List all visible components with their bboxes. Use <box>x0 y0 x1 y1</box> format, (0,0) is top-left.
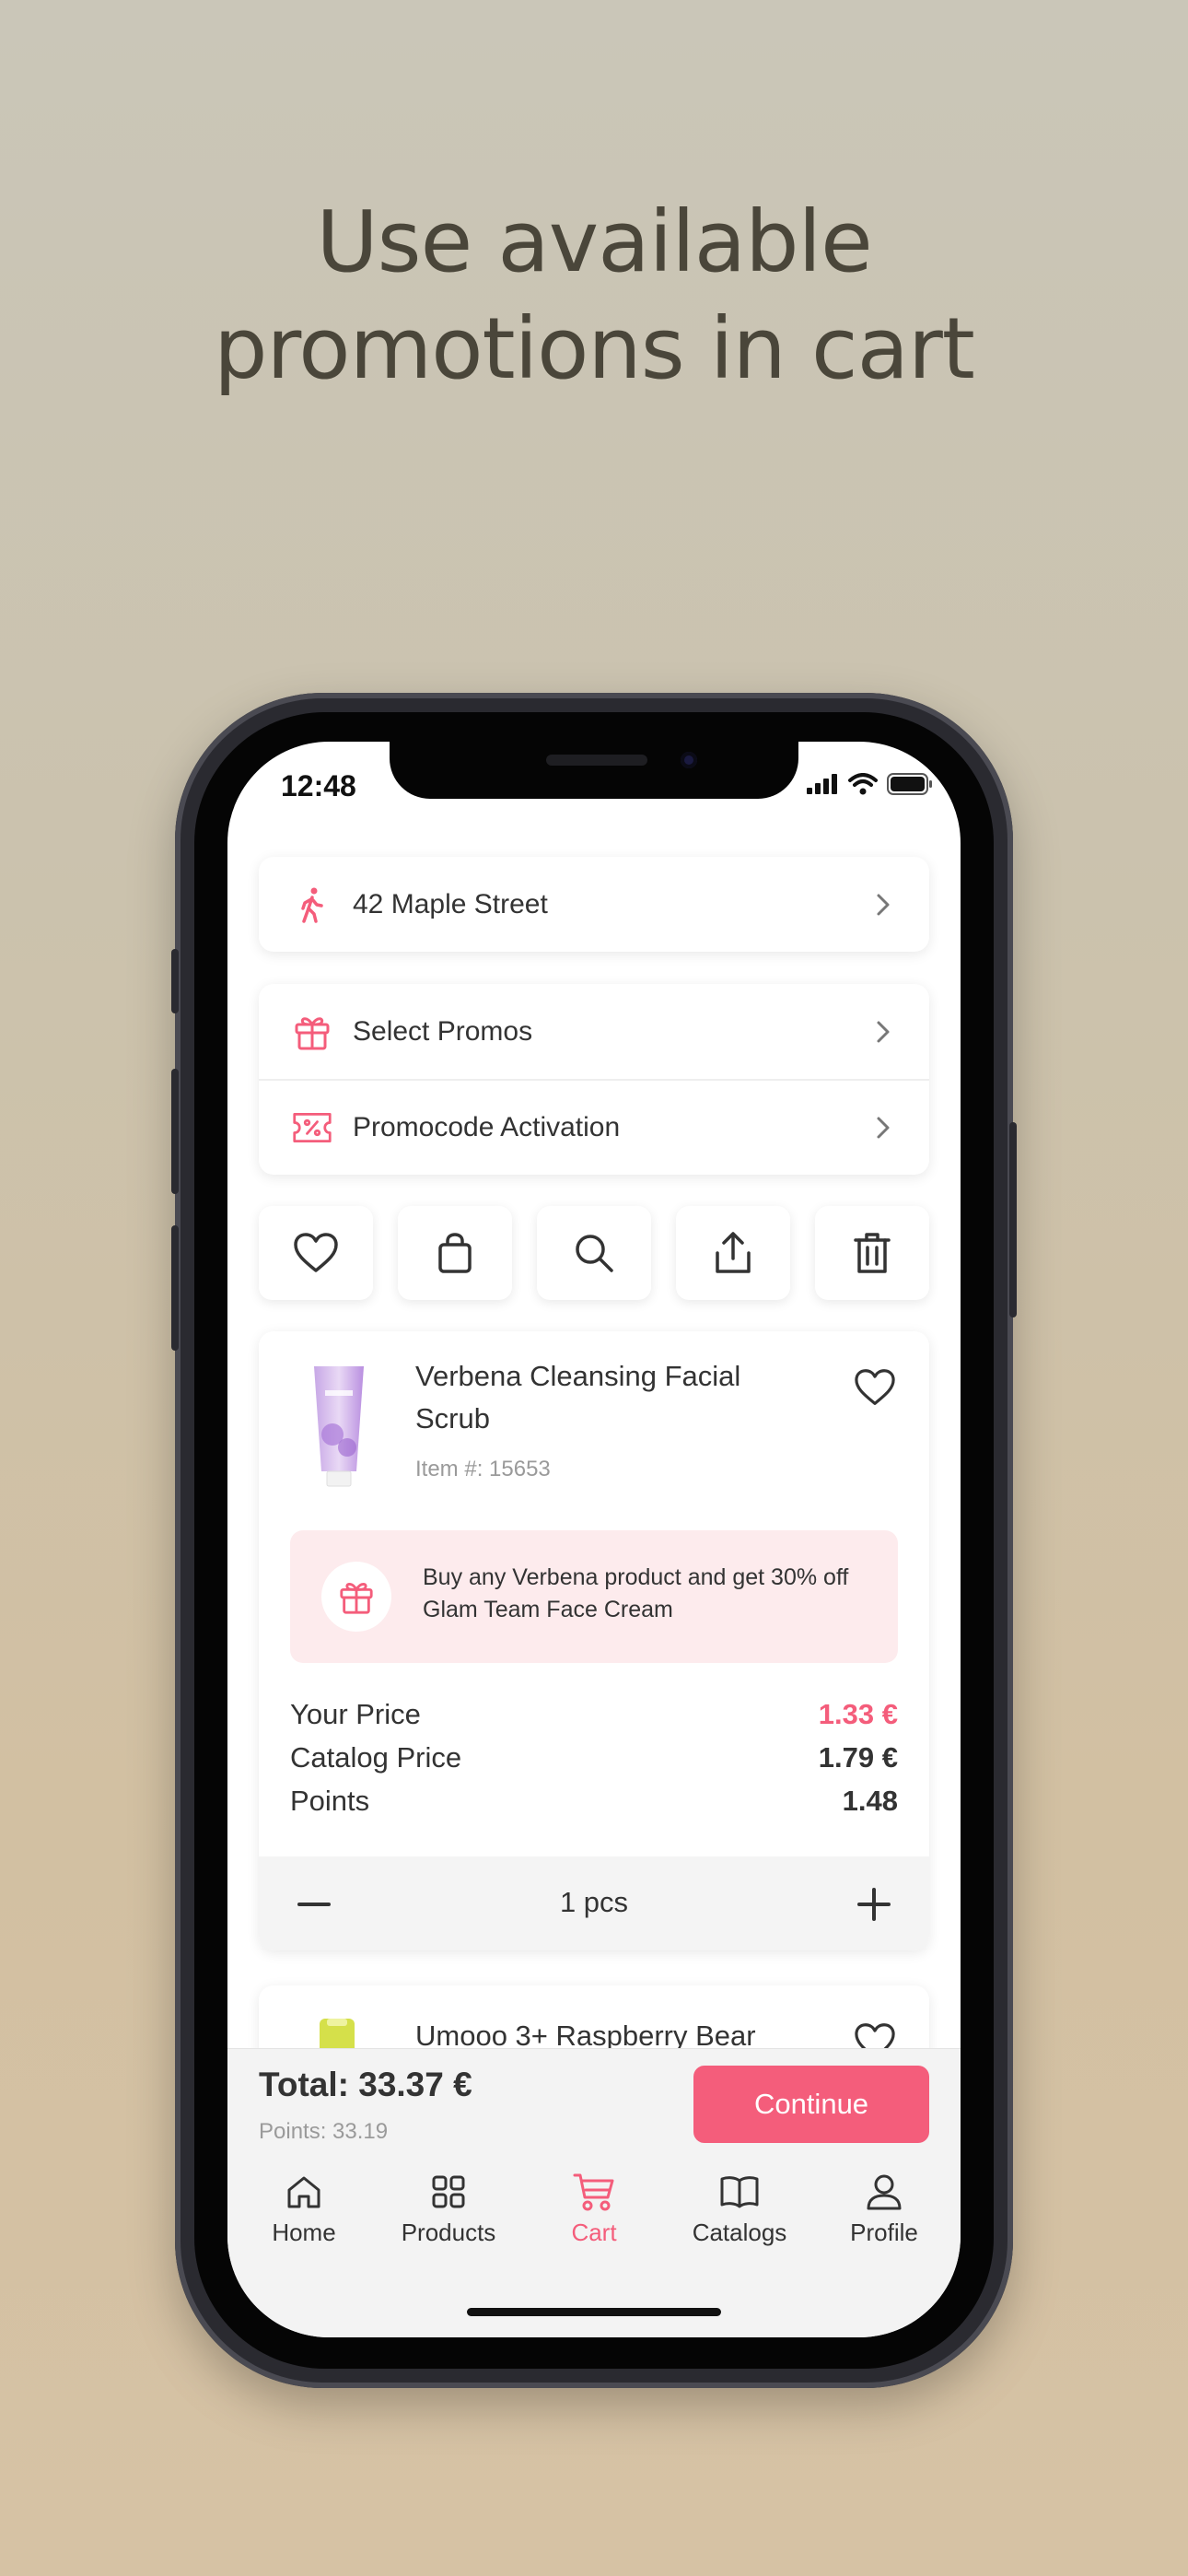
headline-line-2: promotions in cart <box>214 299 975 398</box>
headline-line-1: Use available <box>316 193 872 291</box>
home-icon <box>287 2176 320 2208</box>
trash-icon <box>854 1233 891 1273</box>
tab-home-label: Home <box>272 2219 336 2246</box>
tab-products[interactable]: Products <box>379 2169 518 2247</box>
plus-icon[interactable] <box>856 1886 892 1923</box>
product-image <box>314 1366 364 1487</box>
tab-cart[interactable]: Cart <box>525 2169 663 2247</box>
search-button[interactable] <box>537 1206 651 1300</box>
status-time: 12:48 <box>281 769 356 802</box>
item-number: Item #: 15653 <box>415 1457 551 1481</box>
cart-icon <box>573 2173 614 2211</box>
phone-volume-down <box>171 1225 179 1351</box>
chevron-right-icon <box>877 894 890 915</box>
tab-catalogs[interactable]: Catalogs <box>670 2169 809 2247</box>
promocode-activation-row[interactable]: Promocode Activation <box>259 1080 929 1175</box>
favorites-button[interactable] <box>259 1206 373 1300</box>
user-icon <box>867 2174 902 2210</box>
camera <box>681 752 697 768</box>
product-name[interactable]: Verbena Cleansing Facial Scrub <box>415 1355 802 1440</box>
phone-screen: 12:48 42 Maple Street Select Promos Prom… <box>227 742 961 2337</box>
bottom-panel: Total: 33.37 € Points: 33.19 Continue Ho… <box>227 2048 961 2337</box>
share-icon <box>716 1232 751 1273</box>
address-card[interactable]: 42 Maple Street <box>259 857 929 952</box>
book-icon <box>720 2176 759 2208</box>
cart-total: Total: 33.37 € <box>259 2066 472 2103</box>
catalog-price-value: 1.79 € <box>818 1741 898 1774</box>
speaker <box>546 755 647 766</box>
promo-text: Buy any Verbena product and get 30% off … <box>423 1564 849 1622</box>
promo-banner[interactable]: Buy any Verbena product and get 30% off … <box>290 1530 898 1663</box>
select-promos-label: Select Promos <box>353 1015 533 1047</box>
headline: Use available promotions in cart <box>0 189 1188 403</box>
battery-icon <box>887 773 932 795</box>
phone-power-button <box>1009 1122 1017 1317</box>
phone-mute-switch <box>171 949 179 1013</box>
status-icons <box>806 773 933 795</box>
coupon-icon <box>292 1107 332 1148</box>
select-promos-row[interactable]: Select Promos <box>259 984 929 1079</box>
tab-profile[interactable]: Profile <box>815 2169 953 2247</box>
your-price-value: 1.33 € <box>818 1698 898 1730</box>
tab-products-label: Products <box>401 2219 496 2246</box>
promos-card: Select Promos Promocode Activation <box>259 984 929 1175</box>
gift-icon <box>292 1012 332 1052</box>
quantity-value: 1 pcs <box>559 1886 629 1918</box>
notch <box>390 742 798 799</box>
bag-button[interactable] <box>398 1206 512 1300</box>
heart-icon <box>294 1233 338 1272</box>
bag-icon <box>438 1233 472 1273</box>
share-button[interactable] <box>676 1206 790 1300</box>
walking-icon <box>292 884 332 925</box>
delete-button[interactable] <box>815 1206 929 1300</box>
points-value: 1.48 <box>842 1785 898 1817</box>
promocode-activation-label: Promocode Activation <box>353 1111 621 1142</box>
gift-icon <box>340 1583 373 1614</box>
quantity-stepper: 1 pcs <box>259 1856 929 1950</box>
wifi-icon <box>848 773 878 795</box>
catalog-price-label: Catalog Price <box>290 1741 462 1774</box>
points-label: Points <box>290 1785 370 1817</box>
phone-volume-up <box>171 1069 179 1194</box>
your-price-label: Your Price <box>290 1698 421 1730</box>
grid-icon <box>432 2175 465 2208</box>
chevron-right-icon <box>877 1117 890 1138</box>
address-label: 42 Maple Street <box>353 888 548 919</box>
search-icon <box>576 1235 613 1272</box>
address-row[interactable]: 42 Maple Street <box>259 857 929 952</box>
signal-icon <box>807 774 837 794</box>
chevron-right-icon <box>877 1021 890 1042</box>
tab-cart-label: Cart <box>571 2219 617 2246</box>
tab-home[interactable]: Home <box>235 2169 373 2247</box>
product-card: Verbena Cleansing Facial Scrub Item #: 1… <box>259 1331 929 1950</box>
home-indicator[interactable] <box>467 2308 721 2316</box>
favorite-product-icon[interactable] <box>854 1368 896 1407</box>
continue-button[interactable]: Continue <box>693 2066 929 2143</box>
promo-gift-badge <box>321 1562 391 1632</box>
tab-profile-label: Profile <box>850 2219 918 2246</box>
cart-points: Points: 33.19 <box>259 2119 389 2144</box>
tab-catalogs-label: Catalogs <box>692 2219 787 2246</box>
